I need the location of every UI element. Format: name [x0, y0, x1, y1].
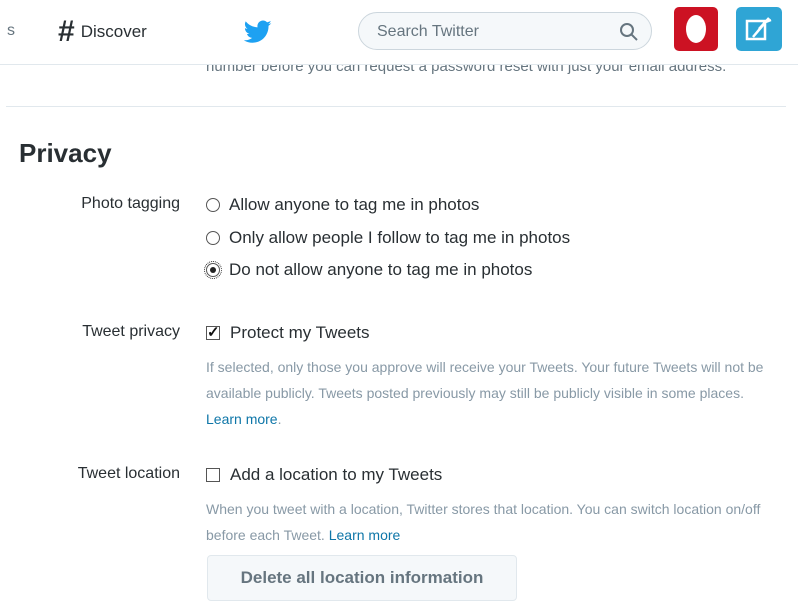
radio-button-selected[interactable] — [204, 261, 222, 279]
photo-tagging-option-none[interactable]: Do not allow anyone to tag me in photos — [204, 260, 533, 280]
twitter-bird-icon[interactable] — [244, 20, 272, 44]
tweet-location-label: Tweet location — [77, 465, 180, 482]
compose-tweet-icon — [745, 17, 772, 41]
delete-location-button[interactable]: Delete all location information — [207, 555, 517, 601]
egg-avatar-icon — [686, 15, 706, 43]
radio-button[interactable] — [206, 231, 220, 245]
protect-tweets-checkbox[interactable] — [206, 323, 220, 343]
nav-item-discover[interactable]: # Discover — [58, 17, 147, 47]
discover-label: Discover — [80, 22, 147, 41]
add-location-option[interactable]: Add a location to my Tweets — [206, 465, 442, 485]
top-navigation-bar: s # Discover — [0, 0, 798, 65]
search-input[interactable] — [375, 20, 609, 44]
hash-icon: # — [58, 15, 75, 48]
photo-tagging-option-anyone[interactable]: Allow anyone to tag me in photos — [206, 195, 479, 215]
tweet-privacy-label: Tweet privacy — [82, 323, 180, 340]
photo-tagging-label: Photo tagging — [81, 195, 180, 212]
tweet-privacy-help-text: If selected, only those you approve will… — [206, 359, 764, 401]
tweet-location-learn-more-link[interactable]: Learn more — [329, 527, 401, 543]
tweet-location-help: When you tweet with a location, Twitter … — [206, 496, 778, 548]
option-label: Only allow people I follow to tag me in … — [229, 228, 571, 247]
tweet-privacy-learn-more-link[interactable]: Learn more — [206, 411, 278, 427]
period: . — [277, 411, 282, 427]
add-location-label: Add a location to my Tweets — [230, 465, 443, 484]
compose-tweet-button[interactable] — [736, 7, 782, 51]
search-box — [358, 12, 652, 50]
red-app-icon[interactable] — [674, 7, 718, 51]
protect-tweets-label: Protect my Tweets — [230, 323, 370, 342]
divider — [6, 106, 786, 107]
add-location-checkbox[interactable] — [206, 468, 220, 482]
tweet-privacy-help: If selected, only those you approve will… — [206, 354, 778, 432]
radio-button[interactable] — [206, 198, 220, 212]
search-icon[interactable] — [619, 22, 639, 42]
tweet-location-help-text: When you tweet with a location, Twitter … — [206, 501, 761, 543]
nav-item-fragment[interactable]: s — [7, 22, 15, 40]
protect-tweets-option[interactable]: Protect my Tweets — [206, 323, 370, 343]
privacy-section-title: Privacy — [19, 138, 112, 168]
photo-tagging-option-follow[interactable]: Only allow people I follow to tag me in … — [206, 228, 570, 248]
option-label: Do not allow anyone to tag me in photos — [229, 260, 533, 279]
option-label: Allow anyone to tag me in photos — [229, 195, 480, 214]
